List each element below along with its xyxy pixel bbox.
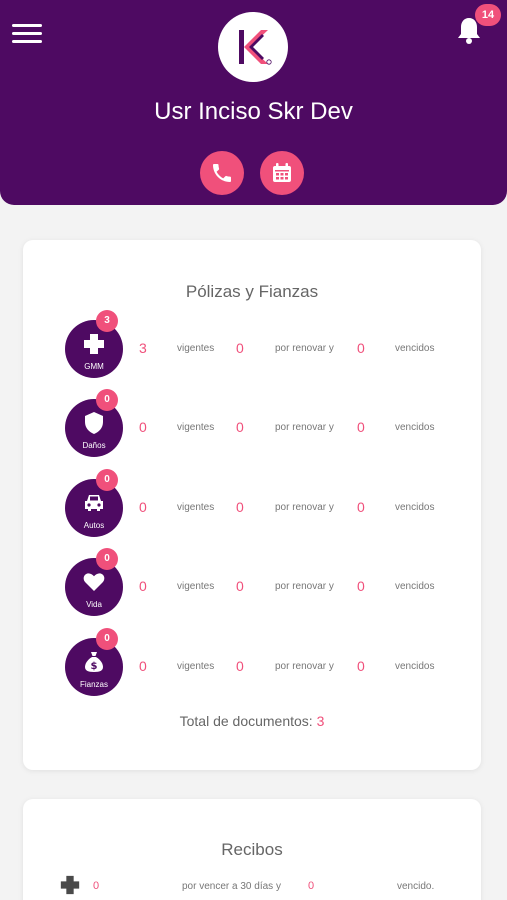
vencidos-label: vencidos bbox=[395, 343, 435, 354]
renovar-label: por renovar y bbox=[275, 581, 334, 592]
calendar-icon bbox=[273, 163, 291, 182]
total-documents: Total de documentos: 3 bbox=[23, 713, 481, 729]
shield-icon bbox=[85, 412, 103, 434]
receipts-overdue-count: 0 bbox=[308, 880, 315, 892]
policies-card: Pólizas y Fianzas GMM 3 3 vigentes 0 por… bbox=[23, 240, 481, 770]
category-label: Fianzas bbox=[79, 680, 108, 689]
receipts-card-title: Recibos bbox=[221, 840, 283, 859]
renovar-label: por renovar y bbox=[275, 661, 334, 672]
heart-icon bbox=[83, 573, 105, 591]
renovar-label: por renovar y bbox=[275, 422, 334, 433]
receipts-due-label: por vencer a 30 días y bbox=[182, 881, 281, 892]
category-count-badge: 0 bbox=[96, 469, 118, 491]
renovar-label: por renovar y bbox=[275, 343, 334, 354]
vigentes-count: 0 bbox=[139, 419, 147, 435]
vencidos-label: vencidos bbox=[395, 661, 435, 672]
vencidos-label: vencidos bbox=[395, 422, 435, 433]
category-count-badge: 0 bbox=[96, 548, 118, 570]
vigentes-count: 0 bbox=[139, 658, 147, 674]
category-label: Autos bbox=[83, 521, 105, 530]
category-label: Vida bbox=[86, 600, 102, 609]
renovar-count: 0 bbox=[236, 340, 244, 356]
vigentes-count: 0 bbox=[139, 578, 147, 594]
renovar-label: por renovar y bbox=[275, 502, 334, 513]
k-logo-icon bbox=[239, 30, 272, 65]
vigentes-label: vigentes bbox=[177, 343, 215, 354]
category-count-badge: 3 bbox=[96, 310, 118, 332]
user-name: Usr Inciso Skr Dev bbox=[154, 98, 353, 125]
hamburger-menu-icon[interactable] bbox=[12, 24, 42, 44]
receipts-overdue-label: vencido. bbox=[397, 881, 435, 892]
vigentes-label: vigentes bbox=[177, 422, 215, 433]
vigentes-count: 0 bbox=[139, 499, 147, 515]
phone-icon bbox=[213, 164, 231, 182]
vencidos-count: 0 bbox=[357, 340, 365, 356]
renovar-count: 0 bbox=[236, 578, 244, 594]
total-documents-value: 3 bbox=[316, 713, 325, 729]
receipts-due-count: 0 bbox=[93, 880, 100, 892]
category-label: Daños bbox=[82, 441, 106, 450]
medical-cross-icon bbox=[84, 334, 104, 354]
vencidos-label: vencidos bbox=[395, 502, 435, 513]
renovar-count: 0 bbox=[236, 419, 244, 435]
policy-row-fianzas[interactable]: $ Fianzas 0 0 vigentes 0 por renovar y 0… bbox=[23, 628, 481, 698]
vencidos-count: 0 bbox=[357, 419, 365, 435]
money-bag-icon: $ bbox=[85, 652, 103, 672]
vencidos-label: vencidos bbox=[395, 581, 435, 592]
svg-text:$: $ bbox=[91, 661, 98, 672]
policy-row-autos[interactable]: Autos 0 0 vigentes 0 por renovar y 0 ven… bbox=[23, 469, 481, 539]
policy-row-gmm[interactable]: GMM 3 3 vigentes 0 por renovar y 0 venci… bbox=[23, 310, 481, 380]
vigentes-label: vigentes bbox=[177, 661, 215, 672]
car-icon bbox=[85, 495, 103, 511]
brand-logo bbox=[218, 12, 288, 82]
category-count-badge: 0 bbox=[96, 628, 118, 650]
notifications-count-badge: 14 bbox=[475, 4, 501, 26]
calendar-button[interactable] bbox=[260, 151, 304, 195]
call-button[interactable] bbox=[200, 151, 244, 195]
receipts-row[interactable]: 0 por vencer a 30 días y 0 vencido. bbox=[23, 874, 481, 898]
category-count-badge: 0 bbox=[96, 389, 118, 411]
vencidos-count: 0 bbox=[357, 499, 365, 515]
policies-card-title: Pólizas y Fianzas bbox=[185, 282, 319, 301]
vencidos-count: 0 bbox=[357, 658, 365, 674]
category-label: GMM bbox=[84, 362, 104, 371]
vigentes-label: vigentes bbox=[177, 502, 215, 513]
renovar-count: 0 bbox=[236, 499, 244, 515]
app-header: 14 Usr Inciso Skr Dev bbox=[0, 0, 507, 205]
total-documents-label: Total de documentos: bbox=[179, 713, 313, 729]
vigentes-count: 3 bbox=[139, 340, 147, 356]
medical-cross-icon bbox=[60, 875, 80, 895]
receipts-card: Recibos 0 por vencer a 30 días y 0 venci… bbox=[23, 799, 481, 900]
vencidos-count: 0 bbox=[357, 578, 365, 594]
vigentes-label: vigentes bbox=[177, 581, 215, 592]
policy-row-danos[interactable]: Daños 0 0 vigentes 0 por renovar y 0 ven… bbox=[23, 389, 481, 459]
renovar-count: 0 bbox=[236, 658, 244, 674]
policy-row-vida[interactable]: Vida 0 0 vigentes 0 por renovar y 0 venc… bbox=[23, 548, 481, 618]
